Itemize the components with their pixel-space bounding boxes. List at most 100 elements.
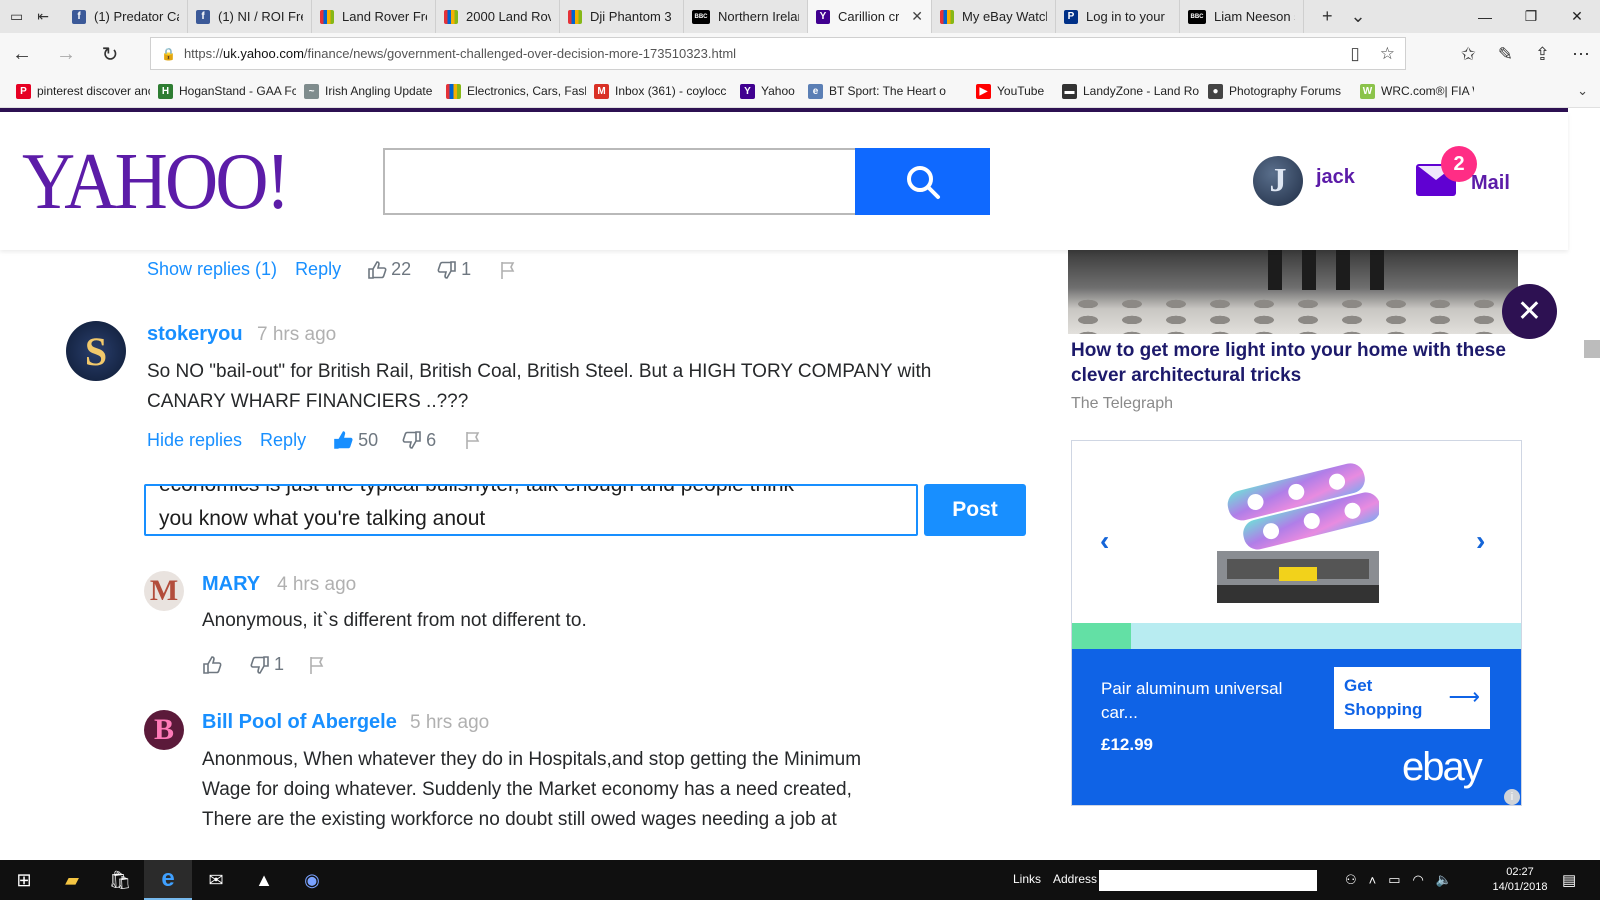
search-button[interactable] [855,148,990,215]
page-scrollbar[interactable] [1568,112,1600,860]
dislike-button[interactable]: 1 [437,259,471,280]
restore-icon[interactable]: ❐ [1508,0,1554,33]
tab-list-chevron-icon[interactable]: ⌄ [1351,6,1366,27]
favorite-link[interactable]: Y Yahoo [732,83,800,99]
start-button[interactable]: ⊞ [0,860,48,900]
like-button[interactable] [202,655,226,675]
article-image[interactable] [1068,250,1518,334]
browser-tab[interactable]: 2000 Land Rov [436,0,560,33]
user-avatar[interactable]: J [1253,156,1303,206]
people-icon[interactable]: ⚇ [1345,872,1357,888]
browser-tab[interactable]: Land Rover Fre [312,0,436,33]
mail-link[interactable]: Mail [1471,172,1510,195]
ebay-ad[interactable]: ‹ › Pair aluminum universal car... £12.9… [1071,440,1522,806]
battery-icon[interactable]: ▭ [1388,872,1400,888]
media-app-icon[interactable]: ◉ [288,860,336,900]
reply-author[interactable]: Bill Pool of Abergele [202,711,397,734]
report-button[interactable] [308,655,326,675]
favorites-overflow-chevron-icon[interactable]: ⌄ [1577,83,1588,99]
back-button[interactable]: ← [0,33,44,75]
action-center-icon[interactable]: ▤ [1562,871,1576,889]
favorite-link[interactable]: ▬ LandyZone - Land Ro [1054,83,1200,99]
new-tab-icon[interactable]: + [1322,6,1333,27]
system-clock[interactable]: 02:27 14/01/2018 [1490,865,1550,895]
carousel-next-icon[interactable]: › [1476,525,1485,557]
like-button[interactable]: 50 [332,429,378,451]
reply-author[interactable]: MARY [202,573,260,596]
ad-info-icon[interactable]: i [1504,789,1520,805]
thumbs-up-filled-icon [334,431,353,449]
volume-icon[interactable]: 🔈 [1436,872,1452,888]
favorite-link[interactable]: M Inbox (361) - coylocc [586,83,732,99]
browser-tab[interactable]: f (1) NI / ROI Fre [188,0,312,33]
yahoo-logo[interactable]: YAHOO! [22,142,290,222]
close-tab-icon[interactable]: ✕ [911,8,923,25]
user-name[interactable]: jack [1316,166,1355,189]
favorite-link[interactable]: e BT Sport: The Heart o [800,83,968,99]
favorite-star-icon[interactable]: ☆ [1380,44,1395,64]
browser-tab[interactable]: P Log in to your [1056,0,1180,33]
browser-tab-bar: ▭ ⇤ f (1) Predator Ca f (1) NI / ROI Fre Lan… [0,0,1600,33]
reply-link[interactable]: Reply [295,259,341,280]
favorite-link[interactable]: ▶ YouTube [968,83,1054,99]
favorite-link[interactable]: ~ Irish Angling Update [296,83,438,99]
store-icon[interactable]: 🛍 [96,860,144,900]
scrollbar-thumb[interactable] [1584,340,1600,358]
carousel-prev-icon[interactable]: ‹ [1100,525,1109,557]
browser-tab[interactable]: BBC Liam Neeson s [1180,0,1304,33]
favorite-link[interactable]: ● Photography Forums [1200,83,1352,99]
edge-icon[interactable]: e [144,860,192,900]
reading-view-icon[interactable]: ▯ [1350,44,1359,64]
more-options-icon[interactable]: ⋯ [1572,44,1590,65]
close-window-icon[interactable]: ✕ [1554,0,1600,33]
avatar[interactable]: M [144,571,184,611]
browser-tab[interactable]: f (1) Predator Ca [64,0,188,33]
tab-title: Land Rover Fre [342,9,427,24]
tray-chevron-icon[interactable]: ˄ [1369,873,1377,888]
favorite-link[interactable]: Electronics, Cars, Fash [438,83,586,99]
dislike-button[interactable]: 1 [250,654,284,675]
refresh-button[interactable]: ↻ [88,33,132,75]
avatar[interactable]: S [66,321,126,381]
tab-preview-icon[interactable]: ▭ [10,8,23,25]
browser-tab[interactable]: My eBay Watch [932,0,1056,33]
comment-author[interactable]: stokeryou [147,323,243,346]
browser-tab[interactable]: Y Carillion cr ✕ [808,0,932,33]
taskbar-address-input[interactable] [1099,870,1317,891]
favorite-icon: H [158,83,173,99]
show-replies-link[interactable]: Show replies (1) [147,259,277,280]
web-note-icon[interactable]: ✎ [1498,44,1513,65]
search-input[interactable] [383,148,857,215]
dislike-button[interactable]: 6 [402,430,436,451]
share-icon[interactable]: ⇪ [1535,44,1550,65]
browser-tab[interactable]: Dji Phantom 3 [560,0,684,33]
product-title[interactable]: Pair aluminum universal car... [1101,677,1316,725]
photos-icon[interactable]: ▲ [240,860,288,900]
windows-taskbar: ⊞ ▰ 🛍 e ✉ ▲ ◉ Links Address ⚇ ˄ ▭ ◠ 🔈 02… [0,860,1600,900]
url-path: /finance/news/government-challenged-over… [303,46,737,61]
favorites-hub-icon[interactable]: ✩ [1461,44,1476,65]
wifi-icon[interactable]: ◠ [1413,872,1424,888]
reply-link[interactable]: Reply [260,430,306,451]
avatar[interactable]: B [144,710,184,750]
like-button[interactable]: 22 [367,259,411,280]
post-button[interactable]: Post [924,484,1026,536]
forward-button[interactable]: → [44,33,88,75]
favorite-link[interactable]: W WRC.com®| FIA Worl [1352,83,1474,99]
favorite-link[interactable]: Ppinterest discover anc [8,83,150,99]
minimize-icon[interactable]: — [1462,0,1508,33]
set-tabs-aside-icon[interactable]: ⇤ [37,8,49,25]
close-icon[interactable]: ✕ [1502,284,1557,339]
report-button[interactable] [464,430,482,450]
article-title-link[interactable]: How to get more light into your home wit… [1071,338,1521,388]
file-explorer-icon[interactable]: ▰ [48,860,96,900]
favorite-link[interactable]: H HoganStand - GAA Fc [150,83,296,99]
reply-textarea[interactable]: economics is just the typical bullshyter… [144,484,918,536]
taskbar-links-label[interactable]: Links [1013,872,1041,886]
hide-replies-link[interactable]: Hide replies [147,430,242,451]
mail-app-icon[interactable]: ✉ [192,860,240,900]
get-shopping-button[interactable]: Get Shopping ⟶ [1334,667,1490,729]
url-field[interactable]: 🔒 https://uk.yahoo.com/finance/news/gove… [150,37,1406,70]
browser-tab[interactable]: BBC Northern Irelar [684,0,808,33]
report-button[interactable] [499,260,517,280]
